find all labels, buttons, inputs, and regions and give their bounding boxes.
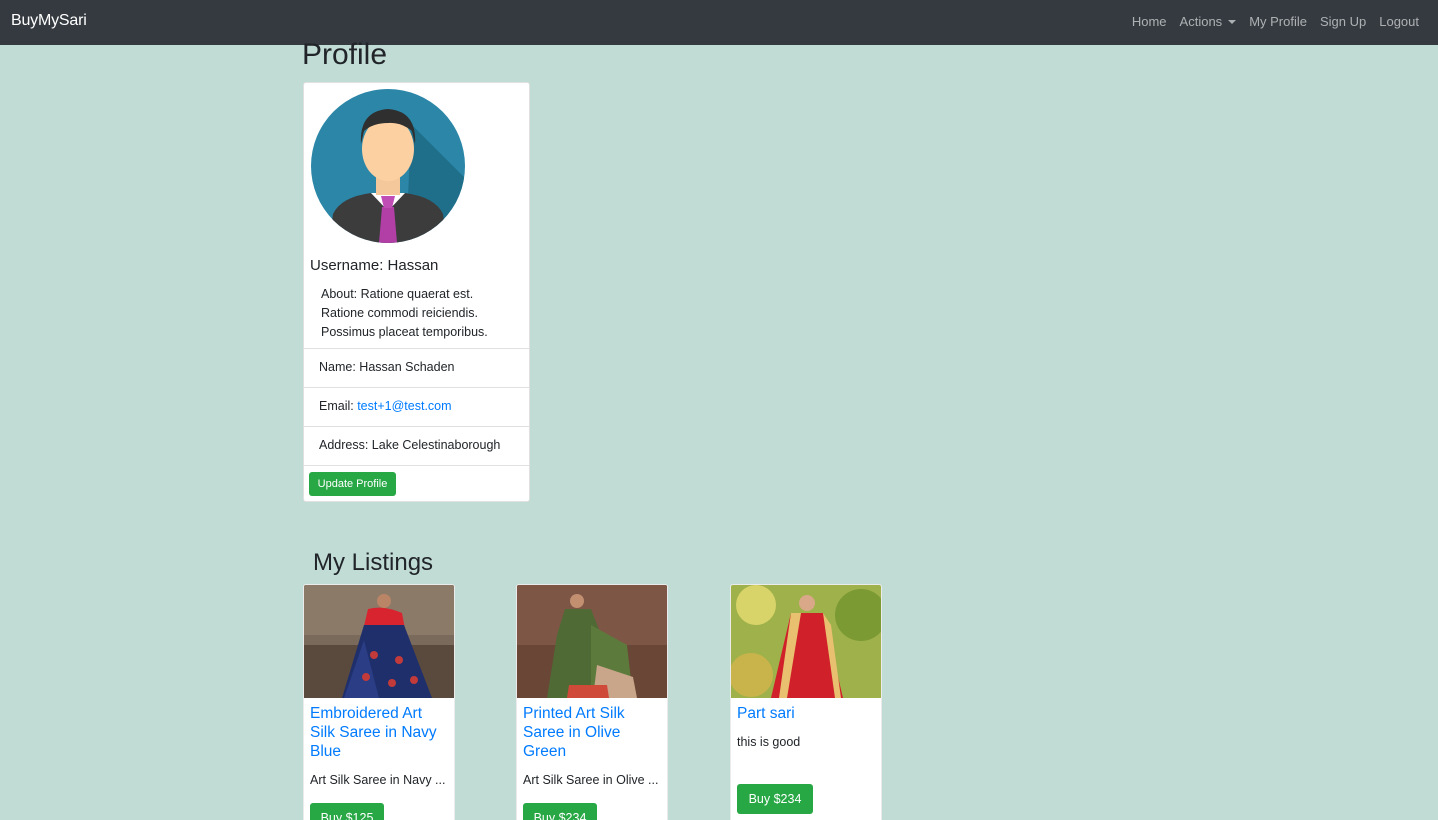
page-title: Profile — [302, 38, 388, 71]
profile-email-row: Email: test+1@test.com — [304, 387, 529, 426]
listing-title[interactable]: Part sari — [737, 704, 877, 723]
profile-email-label: Email: — [319, 399, 358, 413]
brand-logo[interactable]: BuyMySari — [11, 12, 87, 30]
nav-home[interactable]: Home — [1132, 14, 1167, 29]
listing-description: Art Silk Saree in Navy ... — [310, 773, 446, 787]
my-listings-title: My Listings — [313, 549, 434, 576]
avatar — [311, 89, 465, 243]
buy-button[interactable]: Buy $125 — [310, 803, 384, 820]
profile-card: Username: Hassan About: Ratione quaerat … — [303, 82, 530, 502]
listing-image[interactable] — [731, 585, 882, 698]
listing-description: this is good — [737, 735, 801, 749]
listing-title[interactable]: Printed Art Silk Saree in Olive Green — [523, 704, 663, 761]
buy-button[interactable]: Buy $234 — [523, 803, 597, 820]
profile-about: About: Ratione quaerat est. Ratione comm… — [321, 287, 488, 339]
buy-button[interactable]: Buy $234 — [737, 784, 813, 814]
nav-sign-up[interactable]: Sign Up — [1320, 14, 1366, 29]
caret-down-icon — [1228, 19, 1237, 24]
listing-image[interactable] — [517, 585, 668, 698]
listing-card: Embroidered Art Silk Saree in Navy Blue … — [303, 584, 455, 820]
profile-address: Address: Lake Celestinaborough — [304, 426, 529, 465]
listing-card: Printed Art Silk Saree in Olive Green Ar… — [516, 584, 668, 820]
profile-username: Username: Hassan — [310, 257, 439, 274]
listing-description: Art Silk Saree in Olive ... — [523, 773, 659, 787]
profile-actions-row: Update Profile — [304, 465, 529, 504]
nav-actions-dropdown[interactable]: Actions — [1180, 14, 1237, 29]
nav-my-profile[interactable]: My Profile — [1249, 14, 1307, 29]
top-navbar: BuyMySari Home Actions My Profile Sign U… — [0, 0, 1438, 45]
listing-image[interactable] — [304, 585, 455, 698]
nav-logout[interactable]: Logout — [1379, 14, 1419, 29]
profile-name: Name: Hassan Schaden — [304, 348, 529, 387]
listing-card: Part sari this is good Buy $234 — [730, 584, 882, 820]
profile-email-link[interactable]: test+1@test.com — [357, 399, 451, 413]
nav-links: Home Actions My Profile Sign Up Logout — [1119, 14, 1419, 29]
listing-title[interactable]: Embroidered Art Silk Saree in Navy Blue — [310, 704, 450, 761]
update-profile-button[interactable]: Update Profile — [309, 472, 396, 496]
